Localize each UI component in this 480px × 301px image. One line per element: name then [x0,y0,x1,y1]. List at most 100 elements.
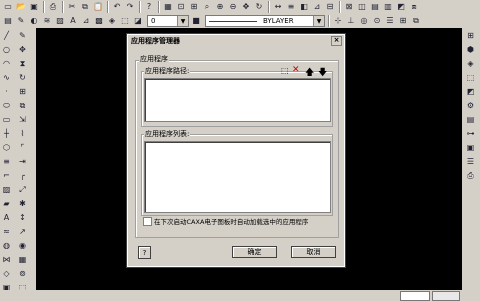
open-file-icon[interactable]: 📂 [15,1,27,13]
rotate-icon[interactable]: ↻ [16,71,29,84]
measure-icon[interactable]: ⊿ [311,1,323,13]
ok-button[interactable]: 确定 [232,246,277,258]
zoom-out-icon[interactable]: ⊖ [227,1,239,13]
trim-icon[interactable]: ⌇ [16,127,29,140]
cut-icon[interactable]: ✂ [66,1,78,13]
tool-f-icon[interactable]: ⧈ [408,1,420,13]
style-icon[interactable]: ▨ [54,15,66,27]
spline-icon[interactable]: ∿ [0,71,13,84]
leader-icon[interactable]: ↗ [16,225,29,238]
break-icon[interactable]: ⋈ [0,253,13,266]
osnap-icon[interactable]: ⊙ [371,15,383,27]
redo-icon[interactable]: ↷ [124,1,136,13]
tool-b-icon[interactable]: ◫ [356,1,368,13]
new-file-icon[interactable]: ▭ [2,1,14,13]
delete-icon[interactable]: ✕ [292,65,300,75]
explode-icon[interactable]: ✱ [16,197,29,210]
layer-dropdown[interactable]: 0 ▼ [147,15,189,27]
render-icon[interactable]: ◩ [464,85,477,98]
mirror-icon[interactable]: ⧗ [16,57,29,70]
save-icon[interactable]: ▣ [28,1,40,13]
block-icon[interactable]: ◈ [106,15,118,27]
hole-icon[interactable]: ◍ [0,239,13,252]
polar-icon[interactable]: ◎ [358,15,370,27]
tool-e-icon[interactable]: ◩ [395,1,407,13]
color-swatch-icon[interactable]: ■ [190,15,202,27]
zoom-in-icon[interactable]: ⊕ [214,1,226,13]
properties-icon[interactable]: ≡ [285,1,297,13]
polygon-icon[interactable]: ⬡ [0,141,13,154]
tool-c-icon[interactable]: ▤ [369,1,381,13]
view-icon[interactable]: ▦ [162,1,174,13]
ortho-icon[interactable]: ⊥ [345,15,357,27]
color-icon[interactable]: ◐ [28,15,40,27]
shape-icon[interactable]: ◇ [0,267,13,280]
grid-icon[interactable]: ⊟ [324,1,336,13]
select-icon[interactable]: ⬚ [464,71,477,84]
autoload-checkbox[interactable] [143,217,152,226]
sheet-icon[interactable]: ⧉ [410,15,422,27]
text-style-icon[interactable]: A [67,15,79,27]
dimension-tool-icon[interactable]: ↕ [16,211,29,224]
cancel-button[interactable]: 取消 [291,246,336,258]
part-icon[interactable]: ◈ [464,57,477,70]
tool-a-icon[interactable]: ⊠ [343,1,355,13]
new-path-icon[interactable]: ⬚ [281,66,289,75]
table-view-icon[interactable]: ▤ [464,113,477,126]
hatch-tool-icon[interactable]: ▨ [0,183,13,196]
layer-state-icon[interactable]: ◪ [132,15,144,27]
cube-icon[interactable]: ⬢ [464,43,477,56]
copy-icon[interactable]: ⧉ [79,1,91,13]
dialog-titlebar[interactable]: 应用程序管理器 × [128,35,344,46]
path-list[interactable] [144,78,331,122]
chamfer-icon[interactable]: ⌜ [16,141,29,154]
arc-icon[interactable]: ◠ [0,57,13,70]
redraw-icon[interactable]: ↻ [253,1,265,13]
dimension-icon[interactable]: ↔ [272,1,284,13]
tools-icon[interactable]: ⚙ [464,99,477,112]
ellipse-icon[interactable]: ⬭ [0,99,13,112]
equidistant-icon[interactable]: ≡ [0,155,13,168]
list-icon[interactable]: ☰ [384,15,396,27]
extend-icon[interactable]: ⇥ [16,155,29,168]
array-icon[interactable]: ⊞ [16,85,29,98]
center-line-icon[interactable]: ┼ [0,127,13,140]
polyline-icon[interactable]: ⌐ [0,169,13,182]
tool-d-icon[interactable]: ▥ [382,1,394,13]
snap-icon[interactable]: ⊹ [332,15,344,27]
table-icon[interactable]: ▦ [16,253,29,266]
close-button[interactable]: × [331,35,342,46]
linetype-icon[interactable]: ≋ [41,15,53,27]
print-icon[interactable]: ⎙ [47,1,59,13]
symbol-icon[interactable]: ◉ [16,239,29,252]
undo-icon[interactable]: ↶ [111,1,123,13]
app-list[interactable] [144,141,331,213]
wave-icon[interactable]: ≈ [0,225,13,238]
mark-icon[interactable]: ⬚ [119,15,131,27]
ruler-icon[interactable]: ⊞ [397,15,409,27]
point-icon[interactable]: · [0,85,13,98]
zoom-window-icon[interactable]: ⊡ [175,1,187,13]
help-icon[interactable]: ? [143,1,155,13]
hierarchy-icon[interactable]: ⊶ [464,127,477,140]
pencil-icon[interactable]: ✎ [15,15,27,27]
line-icon[interactable]: ╱ [0,29,13,42]
help-button[interactable]: ? [138,246,151,259]
stretch-icon[interactable]: ⇲ [16,113,29,126]
offset-icon[interactable]: ⧉ [16,99,29,112]
dim-style-icon[interactable]: ⊿ [80,15,92,27]
fillet-icon[interactable]: ╭ [16,169,29,182]
rectangle-icon[interactable]: ▭ [0,113,13,126]
bom-icon[interactable]: ☰ [464,155,477,168]
fill-icon[interactable]: ▰ [0,197,13,210]
print-preview-icon[interactable]: ⎙ [464,169,477,182]
layer-tool-icon[interactable]: ◧ [298,1,310,13]
layer-manager-icon[interactable]: ▤ [2,15,14,27]
hatch-icon[interactable]: ▩ [93,15,105,27]
move-icon[interactable]: ✥ [16,43,29,56]
pan-icon[interactable]: ✥ [240,1,252,13]
circle-icon[interactable]: ○ [0,43,13,56]
scale-icon[interactable]: ⤢ [16,183,29,196]
balloon-icon[interactable]: ⊚ [16,267,29,280]
text-icon[interactable]: A [0,211,13,224]
